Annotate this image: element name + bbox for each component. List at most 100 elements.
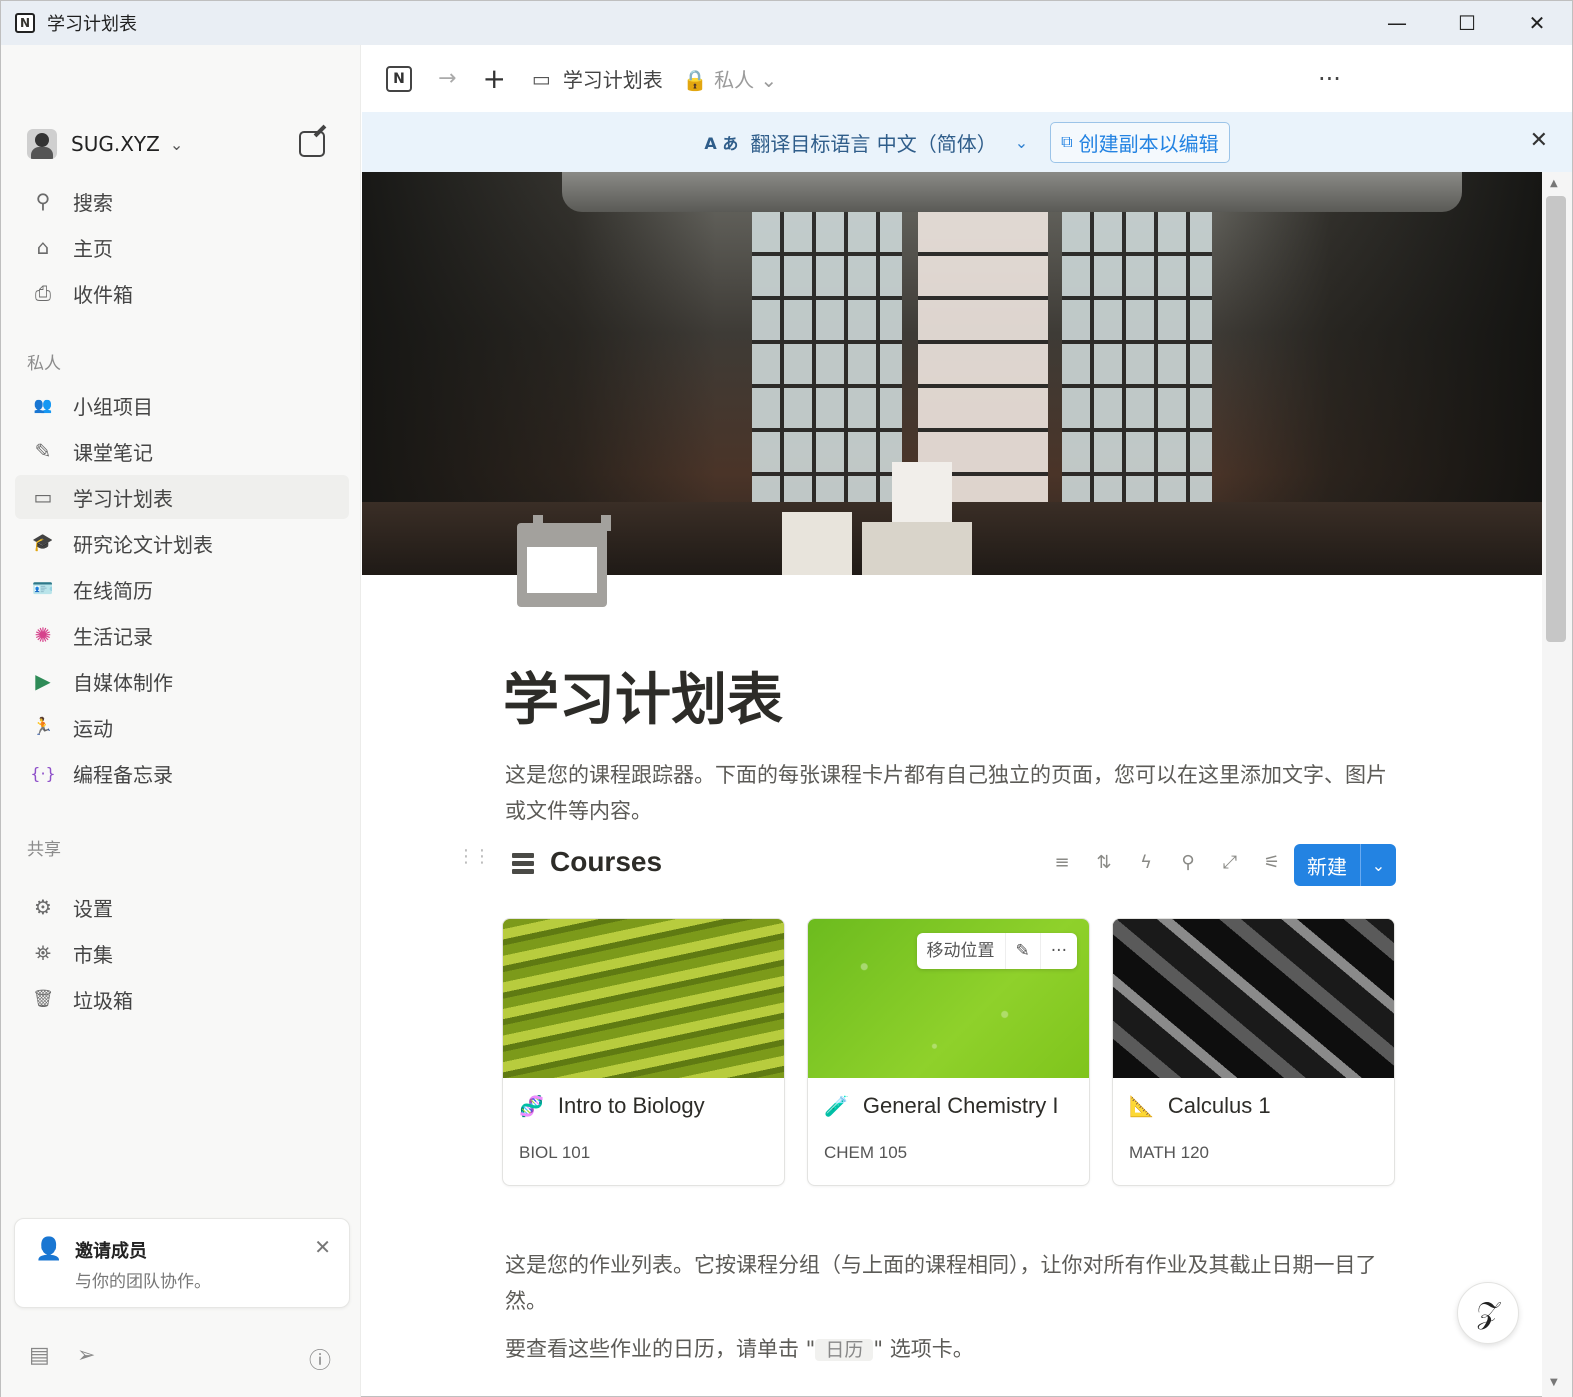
course-card[interactable]: 📐 Calculus 1 MATH 120 [1112, 918, 1395, 1186]
templates-icon[interactable]: ▤ [29, 1343, 50, 1368]
gear-icon: ⚙ [34, 895, 52, 919]
video-icon: ▶ [35, 669, 51, 693]
sidebar-item-media[interactable]: ▶ 自媒体制作 [15, 659, 349, 703]
group-icon: 👥 [33, 396, 53, 414]
close-window-button[interactable]: ✕ [1502, 1, 1572, 45]
sidebar-item-class-notes[interactable]: ✎ 课堂笔记 [15, 429, 349, 473]
sidebar-item-research-plan[interactable]: 🎓 研究论文计划表 [15, 521, 349, 565]
maximize-button[interactable]: ☐ [1432, 1, 1502, 45]
section-label-shared: 共享 [27, 840, 61, 860]
calendar-hint-prefix: 要查看这些作业的日历，请单击 " [505, 1337, 816, 1361]
cover-window-right [1062, 212, 1212, 502]
scroll-up-icon[interactable]: ▲ [1550, 178, 1558, 189]
sidebar-item-label: 运动 [73, 716, 113, 741]
sidebar-item-marketplace[interactable]: ⛯ 市集 [15, 931, 349, 975]
cover-window-left [752, 212, 902, 502]
triangle-ruler-icon: 📐 [1129, 1095, 1154, 1118]
notion-home-icon[interactable]: N [386, 65, 412, 92]
sidebar: SUG.XYZ ⌄ ⚲ 搜索 ⌂ 主页 ⎙ 收件箱 私人 👥 小组项目 ✎ 课堂… [1, 45, 361, 1397]
sidebar-item-search[interactable]: ⚲ 搜索 [15, 179, 349, 223]
copy-icon: ⧉ [1061, 132, 1073, 151]
home-icon: ⌂ [36, 235, 50, 259]
code-braces-icon: {·} [30, 763, 56, 783]
app-window: N 学习计划表 — ☐ ✕ SUG.XYZ ⌄ ⚲ 搜索 ⌂ 主页 ⎙ 收件箱 … [0, 0, 1573, 1397]
new-entry-button[interactable]: 新建 ⌄ [1294, 844, 1396, 886]
ai-assistant-button[interactable]: 𝒵 [1457, 1282, 1519, 1344]
filter-icon[interactable]: ≡ [1041, 852, 1083, 873]
assignments-description[interactable]: 这是您的作业列表。它按课程分组（与上面的课程相同），让你对所有作业及其截止日期一… [505, 1247, 1405, 1319]
privacy-menu[interactable]: 🔒 私人 ⌄ [683, 64, 777, 93]
page-title[interactable]: 学习计划表 [503, 655, 783, 736]
sidebar-item-label: 学习计划表 [73, 486, 173, 511]
badge-icon: 🪪 [32, 579, 54, 599]
help-icon[interactable]: ⓘ [309, 1343, 331, 1375]
chevron-down-icon[interactable]: ⌄ [1015, 133, 1028, 152]
runner-icon: 🏃 [32, 717, 54, 737]
forward-arrow-icon[interactable]: → [438, 66, 456, 91]
course-card[interactable]: 🧬 Intro to Biology BIOL 101 [502, 918, 785, 1186]
sidebar-item-inbox[interactable]: ⎙ 收件箱 [15, 271, 349, 315]
edit-icon[interactable]: ✎ [1006, 933, 1041, 969]
plus-icon[interactable]: + [482, 62, 505, 95]
card-title-text: General Chemistry I [862, 1093, 1059, 1118]
title-bar: N 学习计划表 — ☐ ✕ [1, 1, 1572, 45]
automation-bolt-icon[interactable]: ϟ [1125, 852, 1167, 873]
search-icon[interactable]: ⚲ [1167, 852, 1209, 873]
window-controls: — ☐ ✕ [1362, 1, 1572, 45]
sidebar-item-label: 主页 [73, 236, 113, 261]
scroll-down-icon[interactable]: ▼ [1550, 1377, 1558, 1388]
sidebar-item-code-notes[interactable]: {·} 编程备忘录 [15, 751, 349, 795]
sidebar-item-label: 课堂笔记 [73, 440, 153, 465]
sidebar-item-label: 自媒体制作 [73, 670, 173, 695]
breadcrumb[interactable]: 学习计划表 [563, 64, 663, 93]
translate-icon: A あ [704, 134, 739, 153]
course-card[interactable]: 移动位置 ✎ ··· 🧪 General Chemistry I CHEM 10… [807, 918, 1090, 1186]
sidebar-item-group-project[interactable]: 👥 小组项目 [15, 383, 349, 427]
card-course-code: MATH 120 [1129, 1143, 1209, 1162]
more-menu-button[interactable]: ··· [1318, 65, 1341, 93]
sidebar-item-sports[interactable]: 🏃 运动 [15, 705, 349, 749]
settings-sliders-icon[interactable]: ⚟ [1251, 852, 1293, 873]
close-icon[interactable]: ✕ [1530, 128, 1548, 153]
move-button[interactable]: 移动位置 [917, 933, 1006, 969]
page-topbar: N → + ▭ 学习计划表 🔒 私人 ⌄ ··· [362, 45, 1572, 112]
sidebar-item-resume[interactable]: 🪪 在线简历 [15, 567, 349, 611]
sidebar-item-trash[interactable]: 🗑 垃圾箱 [15, 977, 349, 1021]
inbox-icon: ⎙ [35, 281, 51, 305]
minimize-button[interactable]: — [1362, 1, 1432, 45]
card-title-text: Calculus 1 [1167, 1093, 1271, 1118]
chevron-down-icon[interactable]: ⌄ [1361, 856, 1396, 875]
expand-icon[interactable]: ⤢ [1209, 852, 1251, 873]
close-icon[interactable]: ✕ [314, 1235, 331, 1259]
page-description[interactable]: 这是您的课程跟踪器。下面的每张课程卡片都有自己独立的页面，您可以在这里添加文字、… [505, 757, 1405, 829]
more-icon[interactable]: ··· [1041, 933, 1077, 969]
translate-target-language[interactable]: 翻译目标语言 中文（简体） [750, 128, 996, 157]
inline-code-calendar: 日历 [815, 1339, 874, 1361]
calendar-icon[interactable] [517, 515, 611, 607]
search-icon: ⚲ [35, 189, 51, 213]
cover-canvas [782, 512, 852, 575]
card-cover-image [1113, 919, 1394, 1078]
drag-handle-icon[interactable]: ⋮⋮ [457, 848, 491, 866]
sidebar-item-home[interactable]: ⌂ 主页 [15, 225, 349, 269]
add-person-icon: 👤 [35, 1237, 63, 1262]
calendar-hint[interactable]: 要查看这些作业的日历，请单击 " 日历 " 选项卡。 [505, 1331, 1405, 1368]
window-title: 学习计划表 [47, 14, 137, 35]
workspace-switcher[interactable]: SUG.XYZ ⌄ [27, 129, 347, 159]
duplicate-to-edit-button[interactable]: ⧉ 创建副本以编辑 [1050, 121, 1230, 163]
cover-canvas [862, 522, 972, 575]
test-tube-icon: 🧪 [824, 1095, 849, 1118]
invite-members-card[interactable]: 👤 邀请成员 与你的团队协作。 ✕ [14, 1218, 350, 1308]
scrollbar[interactable]: ▲ ▼ [1542, 172, 1572, 1397]
sidebar-item-settings[interactable]: ⚙ 设置 [15, 885, 349, 929]
database-title[interactable]: Courses [550, 846, 662, 878]
new-page-icon[interactable] [299, 131, 325, 157]
sort-icon[interactable]: ⇅ [1083, 852, 1125, 873]
send-icon[interactable]: ➢ [77, 1343, 95, 1368]
sidebar-item-label: 垃圾箱 [73, 988, 133, 1013]
sidebar-item-study-plan[interactable]: ▭ 学习计划表 [15, 475, 349, 519]
sidebar-item-life-log[interactable]: ✺ 生活记录 [15, 613, 349, 657]
scrollbar-thumb[interactable] [1546, 196, 1566, 642]
sidebar-item-label: 搜索 [73, 190, 113, 215]
calendar-icon: ▭ [531, 66, 551, 91]
